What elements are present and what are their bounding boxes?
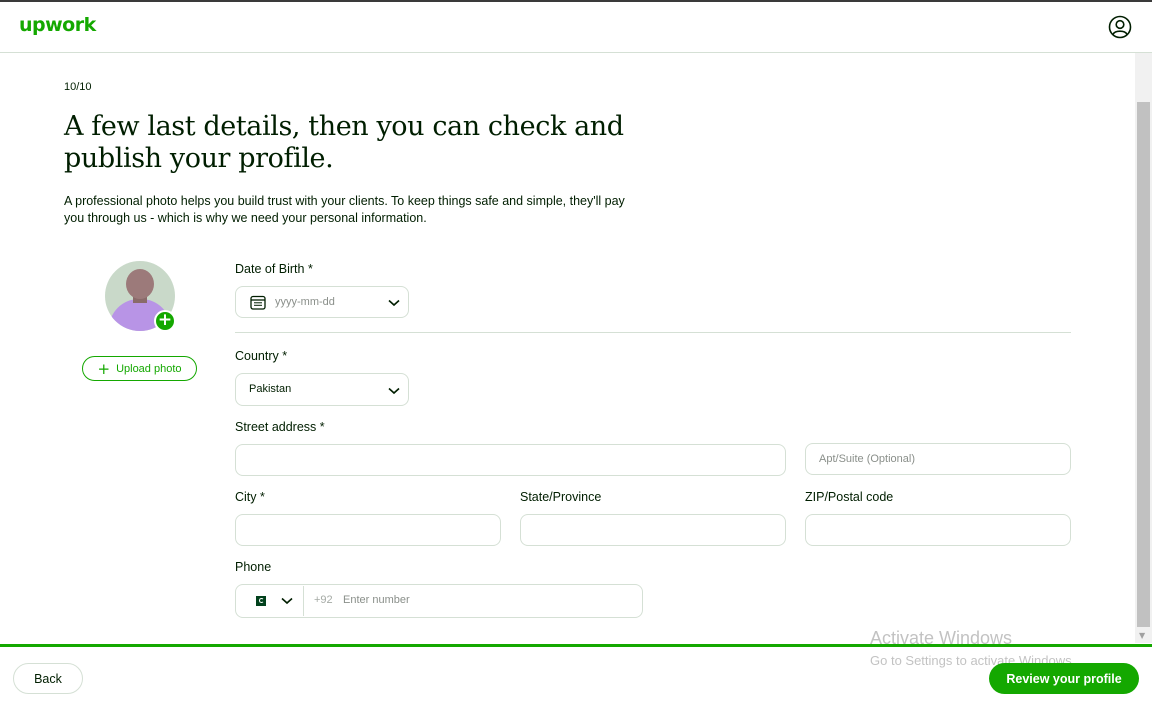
phone-country-code: +92: [314, 594, 333, 606]
phone-field[interactable]: [235, 584, 643, 618]
upwork-logo[interactable]: upwork: [19, 14, 96, 36]
country-value: Pakistan: [249, 383, 292, 395]
street-label: Street address *: [235, 420, 325, 434]
chevron-down-icon[interactable]: [281, 597, 293, 605]
page-title: A few last details, then you can check a…: [64, 111, 624, 174]
zip-input[interactable]: [805, 514, 1071, 546]
chevron-down-icon: [388, 299, 400, 307]
windows-activation-watermark-title: Activate Windows: [870, 628, 1013, 648]
country-label: Country *: [235, 349, 288, 363]
state-input[interactable]: [520, 514, 786, 546]
city-label: City *: [235, 490, 265, 504]
user-account-icon[interactable]: [1108, 15, 1132, 39]
add-photo-plus-icon[interactable]: +: [154, 310, 176, 332]
plus-icon: +: [97, 359, 111, 378]
review-profile-button[interactable]: Review your profile: [989, 663, 1139, 694]
upload-photo-button[interactable]: + Upload photo: [82, 356, 197, 381]
scrollbar-thumb[interactable]: [1137, 102, 1150, 627]
pakistan-flag-icon[interactable]: [252, 596, 266, 606]
chevron-down-icon: [388, 387, 400, 395]
avatar-head-shape: [126, 269, 154, 299]
back-button[interactable]: Back: [13, 663, 83, 694]
section-divider: [235, 332, 1071, 333]
city-input[interactable]: [235, 514, 501, 546]
scroll-down-arrow-icon[interactable]: ▼: [1139, 631, 1145, 640]
calendar-icon: [250, 295, 266, 310]
page-subtitle: A professional photo helps you build tru…: [64, 194, 625, 225]
page-scrollbar[interactable]: ▼: [1135, 53, 1152, 643]
country-select[interactable]: Pakistan: [235, 373, 409, 406]
street-address-input[interactable]: [235, 444, 786, 476]
dob-placeholder: yyyy-mm-dd: [275, 296, 335, 308]
apt-suite-input[interactable]: Apt/Suite (Optional): [805, 443, 1071, 475]
phone-separator: [303, 586, 304, 616]
apt-suite-placeholder: Apt/Suite (Optional): [819, 453, 915, 465]
zip-label: ZIP/Postal code: [805, 490, 894, 504]
dob-label: Date of Birth *: [235, 262, 313, 276]
upload-photo-label: Upload photo: [116, 362, 182, 375]
header: upwork: [0, 2, 1152, 53]
phone-number-placeholder[interactable]: Enter number: [343, 594, 410, 606]
state-label: State/Province: [520, 490, 602, 504]
phone-label: Phone: [235, 560, 272, 574]
dob-field[interactable]: yyyy-mm-dd: [235, 286, 409, 318]
step-counter: 10/10: [64, 81, 92, 93]
